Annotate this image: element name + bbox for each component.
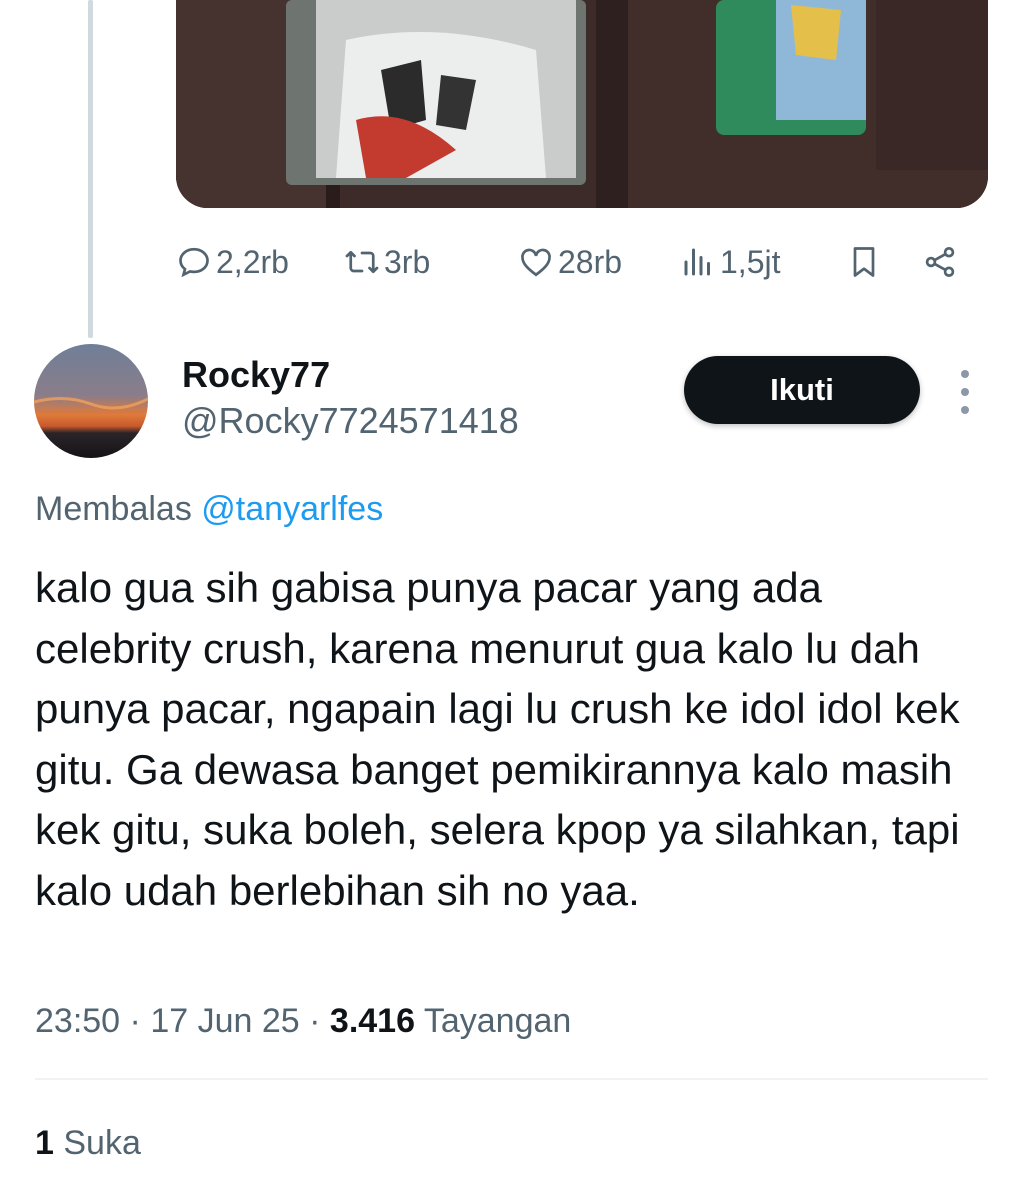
wallet-photo-icon bbox=[176, 0, 988, 208]
tweet-text: kalo gua sih gabisa punya pacar yang ada… bbox=[35, 564, 960, 914]
likes-label: Suka bbox=[63, 1124, 141, 1162]
author-handle[interactable]: @Rocky7724571418 bbox=[182, 400, 519, 442]
likes-total: 1 bbox=[35, 1124, 54, 1162]
share-icon bbox=[925, 247, 955, 277]
tweet-image[interactable] bbox=[176, 0, 988, 208]
reply-count: 2,2rb bbox=[216, 243, 289, 280]
tweet-meta: 23:50 · 17 Jun 25 · 3.416 Tayangan bbox=[35, 1002, 571, 1041]
likes-summary[interactable]: 1 Suka bbox=[35, 1124, 141, 1163]
meta-separator: · bbox=[309, 1002, 321, 1040]
like-count: 28rb bbox=[558, 243, 623, 280]
follow-button[interactable]: Ikuti bbox=[684, 356, 920, 424]
repost-action[interactable]: 3rb bbox=[344, 236, 430, 288]
thread-connector-line bbox=[88, 0, 93, 338]
views-label: Tayangan bbox=[423, 1002, 572, 1040]
views-total: 3.416 bbox=[329, 1002, 416, 1040]
repost-count: 3rb bbox=[384, 243, 431, 280]
more-options-icon[interactable] bbox=[950, 370, 980, 414]
views-count: 1,5jt bbox=[720, 243, 781, 280]
tweet-date[interactable]: 17 Jun 25 bbox=[150, 1002, 299, 1040]
reply-action[interactable]: 2,2rb bbox=[176, 236, 289, 288]
avatar[interactable] bbox=[34, 344, 148, 458]
replying-prefix: Membalas bbox=[35, 490, 192, 528]
share-action[interactable] bbox=[922, 236, 962, 288]
reply-icon bbox=[179, 247, 209, 278]
replying-to: Membalas @tanyarlfes bbox=[35, 490, 383, 529]
bookmark-action[interactable] bbox=[846, 236, 886, 288]
heart-icon bbox=[521, 248, 551, 277]
tweet-action-bar: 2,2rb 3rb 28rb 1,5jt bbox=[176, 236, 988, 288]
meta-separator: · bbox=[129, 1002, 141, 1040]
replying-to-mention[interactable]: @tanyarlfes bbox=[201, 490, 383, 528]
author-name[interactable]: Rocky77 bbox=[182, 354, 330, 396]
bookmark-icon bbox=[853, 247, 875, 277]
like-action[interactable]: 28rb bbox=[518, 236, 622, 288]
repost-icon bbox=[345, 250, 379, 274]
tweet-time[interactable]: 23:50 bbox=[35, 1002, 120, 1040]
views-action[interactable]: 1,5jt bbox=[680, 236, 780, 288]
divider bbox=[35, 1078, 988, 1080]
analytics-icon bbox=[684, 248, 710, 276]
sunset-avatar-icon bbox=[34, 344, 148, 458]
